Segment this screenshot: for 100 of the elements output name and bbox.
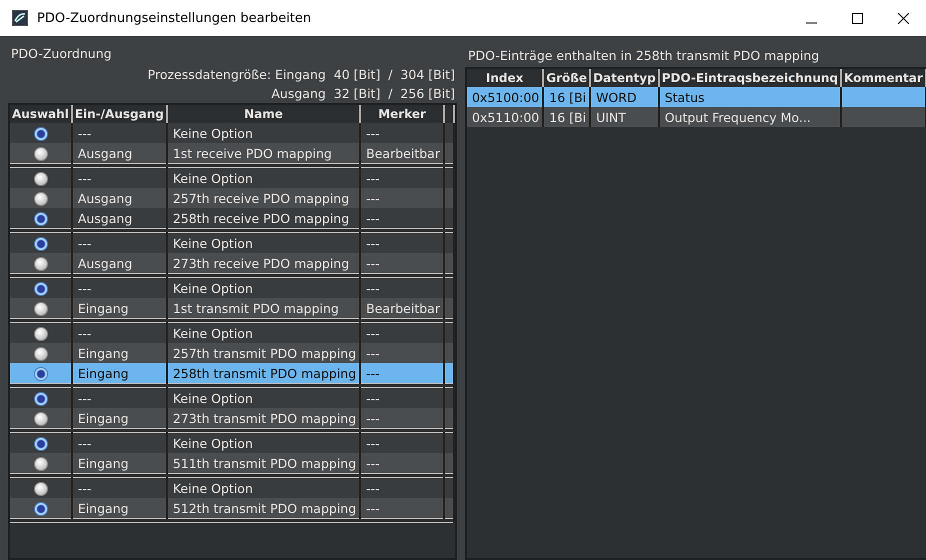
- table-cell: 512th transmit PDO mapping: [166, 498, 360, 518]
- table-cell: 0x5100:00: [466, 87, 544, 107]
- table-cell: ---: [360, 453, 444, 474]
- table-cell: ---: [360, 208, 444, 228]
- table-cell: ---: [360, 498, 444, 518]
- table-cell: Ausgang: [72, 188, 167, 208]
- maximize-icon[interactable]: [852, 12, 862, 24]
- radio-button[interactable]: [34, 366, 48, 381]
- table-cell: Eingang: [72, 453, 167, 474]
- close-icon[interactable]: [898, 12, 908, 24]
- table-cell: Keine Option: [166, 478, 360, 498]
- window-title: PDO-Zuordnungseinstellungen bearbeiten: [37, 10, 312, 26]
- radio-button[interactable]: [34, 302, 48, 316]
- column-header[interactable]: Datentyp: [590, 69, 659, 87]
- column-header[interactable]: Kommentar: [841, 69, 926, 87]
- table-cell: ---: [360, 408, 444, 428]
- table-row[interactable]: Eingang 257th transmit PDO mapping ---: [10, 343, 454, 363]
- table-cell: ---: [360, 188, 444, 208]
- radio-button[interactable]: [34, 326, 48, 341]
- process-data-size: Ausgang 32 [Bit] / 256 [Bit]: [271, 86, 455, 101]
- radio-button[interactable]: [34, 236, 48, 251]
- table-cell: ---: [360, 278, 444, 298]
- table-row[interactable]: --- Keine Option ---: [10, 232, 454, 253]
- table-row[interactable]: Ausgang 257th receive PDO mapping ---: [10, 188, 454, 208]
- table-cell: 273th receive PDO mapping: [166, 253, 360, 274]
- table-cell: ---: [360, 432, 444, 453]
- table-cell: Eingang: [72, 408, 167, 428]
- radio-button[interactable]: [34, 256, 48, 271]
- table-cell: ---: [360, 322, 444, 343]
- table-cell: ---: [360, 168, 444, 188]
- table-cell: ---: [72, 432, 167, 453]
- table-cell: Eingang: [72, 498, 167, 518]
- panel-title: PDO-Zuordnung: [11, 46, 112, 61]
- table-cell: 0x5110:00: [466, 107, 544, 127]
- table-cell: ---: [360, 232, 444, 253]
- table-cell: 273th transmit PDO mapping: [166, 408, 360, 428]
- table-row[interactable]: --- Keine Option ---: [10, 388, 454, 408]
- table-cell: 257th receive PDO mapping: [166, 188, 360, 208]
- process-data-size: Prozessdatengröße: Eingang 40 [Bit] / 304 [Bit]: [148, 67, 455, 82]
- table-cell: Eingang: [72, 363, 167, 384]
- column-header[interactable]: PDO-Eintraqsbezeichnunq: [658, 69, 842, 87]
- table-cell: ---: [360, 478, 444, 498]
- column-header[interactable]: Merker: [360, 105, 444, 123]
- table-cell: Ausgang: [72, 253, 167, 274]
- column-header[interactable]: Index: [466, 69, 544, 87]
- table-cell: Ausgang: [72, 143, 167, 164]
- radio-button[interactable]: [34, 172, 48, 186]
- table-cell: Keine Option: [166, 322, 360, 343]
- table-cell: UINT: [590, 107, 659, 127]
- table-cell: ---: [72, 232, 167, 253]
- table-cell: 1st transmit PDO mapping: [166, 298, 360, 318]
- table-cell: Bearbeitbar: [360, 143, 444, 164]
- table-cell: Eingang: [72, 298, 167, 318]
- table-cell: Keine Option: [166, 168, 360, 188]
- table-row[interactable]: 0x5100:00 16 [Bi WORD Status: [466, 87, 926, 107]
- column-header[interactable]: Ein-/Ausgang: [72, 105, 167, 123]
- radio-button[interactable]: [34, 212, 48, 226]
- table-row[interactable]: --- Keine Option ---: [10, 322, 454, 343]
- column-header[interactable]: Auswahl: [10, 105, 72, 123]
- table-cell: ---: [72, 478, 167, 498]
- table-cell: ---: [72, 388, 167, 408]
- table-cell: Ausgang: [72, 208, 167, 228]
- radio-button[interactable]: [34, 346, 48, 361]
- table-row[interactable]: --- Keine Option ---: [10, 478, 454, 498]
- table-cell: WORD: [590, 87, 659, 107]
- table-cell: 258th transmit PDO mapping: [166, 363, 360, 384]
- radio-button[interactable]: [34, 502, 48, 516]
- table-cell: ---: [72, 278, 167, 298]
- column-header[interactable]: Größe: [543, 69, 590, 87]
- table-cell: Bearbeitbar: [360, 298, 444, 318]
- radio-button[interactable]: [34, 192, 48, 206]
- table-cell: ---: [360, 388, 444, 408]
- table-cell: Eingang: [72, 343, 167, 363]
- table-cell: ---: [360, 123, 444, 143]
- table-cell: Keine Option: [166, 278, 360, 298]
- radio-button[interactable]: [34, 456, 48, 471]
- radio-button[interactable]: [34, 146, 48, 161]
- table-cell: 257th transmit PDO mapping: [166, 343, 360, 363]
- table-row[interactable]: --- Keine Option ---: [10, 432, 454, 453]
- table-cell: 511th transmit PDO mapping: [166, 453, 360, 474]
- table-cell: ---: [360, 253, 444, 274]
- table-cell: Keine Option: [166, 432, 360, 453]
- table-row[interactable]: --- Keine Option ---: [10, 168, 454, 188]
- table-cell: Keine Option: [166, 232, 360, 253]
- radio-button[interactable]: [34, 126, 48, 141]
- radio-button[interactable]: [34, 482, 48, 496]
- radio-button[interactable]: [34, 436, 48, 451]
- table-row[interactable]: 0x5110:00 16 [Bi UINT Output Frequency Mo...: [466, 107, 926, 127]
- table-cell: 258th receive PDO mapping: [166, 208, 360, 228]
- table-cell: 1st receive PDO mapping: [166, 143, 360, 164]
- table-cell: 16 [Bi: [543, 107, 590, 127]
- panel-title: PDO-Einträge enthalten in 258th transmit PDO mapping: [468, 48, 820, 63]
- column-header[interactable]: Name: [166, 105, 360, 123]
- radio-button[interactable]: [34, 282, 48, 296]
- radio-button[interactable]: [34, 392, 48, 406]
- table-cell: ---: [72, 322, 167, 343]
- table-row[interactable]: --- Keine Option ---: [10, 123, 454, 143]
- radio-button[interactable]: [34, 412, 48, 426]
- table-row[interactable]: --- Keine Option ---: [10, 278, 454, 298]
- app-icon: [12, 10, 28, 26]
